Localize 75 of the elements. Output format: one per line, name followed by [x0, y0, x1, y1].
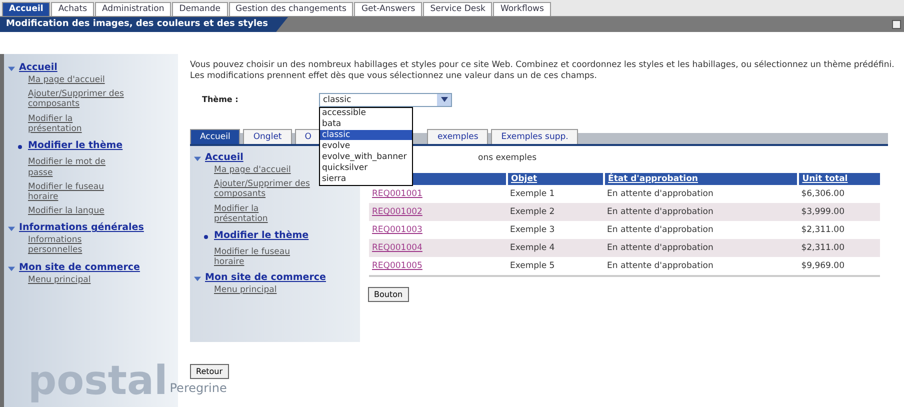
theme-select[interactable]: classic [319, 92, 452, 107]
table-cell: En attente d'approbation [604, 184, 798, 203]
theme-label: Thème : [202, 95, 240, 104]
request-link[interactable]: REQ001002 [372, 206, 422, 217]
sidebar-group-link[interactable]: Accueil [19, 62, 58, 73]
request-link[interactable]: REQ001005 [372, 260, 422, 271]
sidebar-link[interactable]: Menu principal [28, 274, 91, 285]
request-link[interactable]: REQ001003 [372, 224, 422, 235]
sidebar-link[interactable]: Ajouter/Supprimer des composants [28, 89, 128, 110]
nav-tab[interactable]: Accueil [2, 2, 50, 16]
request-link[interactable]: REQ001001 [372, 188, 422, 199]
preview-tab[interactable]: Onglet [243, 128, 292, 144]
sidebar-link[interactable]: Modifier le thème [28, 140, 123, 152]
table-cell: $2,311.00 [798, 238, 880, 257]
sidebar-link[interactable]: Informations personnelles [28, 235, 128, 256]
table-cell: En attente d'approbation [604, 238, 798, 257]
caret-icon[interactable] [8, 65, 15, 72]
back-button[interactable]: Retour [190, 364, 229, 379]
nav-tab[interactable]: Administration [95, 2, 172, 16]
nav-tab[interactable]: Service Desk [423, 2, 492, 16]
caret-icon[interactable] [194, 274, 201, 282]
sidebar-group-link[interactable]: Informations générales [19, 222, 144, 234]
preview-tab[interactable]: O [294, 128, 322, 144]
request-link[interactable]: REQ001004 [372, 242, 422, 253]
sidebar-link[interactable]: Menu principal [214, 284, 277, 295]
table-cell: En attente d'approbation [604, 220, 798, 239]
preview-tab[interactable]: exemples [427, 128, 488, 144]
preview-caption: ons exemples [478, 152, 538, 163]
nav-tab[interactable]: Demande [172, 2, 228, 16]
caret-icon[interactable] [8, 264, 15, 272]
intro-text: Vous pouvez choisir un des nombreux habillages et styles pour ce site Web. Combinez et coordonnez les styles et les habillages, ou sélectionnez un thème prédéfini. Les modifications prennent effet dès que vous sélectionnez une valeur dans un de ces champs. [190, 60, 896, 83]
sample-button[interactable]: Bouton [368, 286, 409, 302]
table-cell: Exemple 2 [506, 202, 604, 221]
table-cell: $9,969.00 [798, 256, 880, 276]
close-icon[interactable] [892, 20, 901, 29]
table-cell: $6,306.00 [798, 184, 880, 203]
table-cell: $3,999.00 [798, 202, 880, 221]
sidebar-group-link[interactable]: Mon site de commerce [19, 262, 140, 273]
logo-text: postal [28, 361, 168, 401]
column-header: Objet [506, 172, 604, 185]
sidebar-link[interactable]: Modifier la langue [28, 206, 104, 216]
nav-tab[interactable]: Gestion des changements [228, 2, 354, 16]
logo-text: Peregrine [170, 381, 227, 395]
table-cell: $2,311.00 [798, 220, 880, 239]
table-cell: Exemple 5 [506, 256, 604, 276]
table-cell: Exemple 4 [506, 238, 604, 257]
sidebar-link[interactable]: Modifier le fuseau horaire [28, 182, 128, 202]
column-header: Unit total [798, 172, 880, 185]
sidebar-link[interactable]: Modifier le thème [214, 230, 309, 242]
table-cell: Exemple 3 [506, 220, 604, 239]
preview-tab[interactable]: Exemples supp. [491, 128, 578, 144]
nav-tab[interactable]: Achats [51, 2, 94, 16]
column-header: État d'approbation [604, 172, 798, 185]
table-cell: Exemple 1 [506, 184, 604, 203]
sidebar-link[interactable]: Ajouter/Supprimer des composants [214, 179, 314, 200]
sidebar-link[interactable]: Modifier la présentation [214, 204, 314, 224]
table-cell: En attente d'approbation [604, 202, 798, 221]
sidebar-link[interactable]: Modifier la présentation [28, 114, 128, 134]
sidebar-link[interactable]: Modifier le fuseau horaire [214, 247, 314, 268]
bullet-icon [204, 234, 208, 239]
table-cell: En attente d'approbation [604, 256, 798, 276]
bullet-icon [18, 144, 22, 149]
page-title: Modification des images, des couleurs et des styles [0, 17, 288, 32]
dropdown-option[interactable]: classic [320, 130, 412, 140]
sidebar-link[interactable]: Ma page d'accueil [214, 164, 291, 176]
caret-icon [440, 97, 448, 102]
sidebar-group-link[interactable]: Mon site de commerce [205, 272, 326, 283]
sidebar-group-link[interactable]: Accueil [205, 152, 244, 163]
caret-icon[interactable] [8, 225, 15, 232]
nav-tab[interactable]: Workflows [493, 2, 551, 16]
sidebar-link[interactable]: Modifier le mot de passe [28, 157, 128, 178]
nav-tab[interactable]: Get-Answers [354, 2, 422, 16]
caret-icon[interactable] [194, 154, 201, 162]
sidebar-link[interactable]: Ma page d'accueil [28, 75, 105, 86]
preview-tab[interactable]: Accueil [190, 128, 240, 144]
